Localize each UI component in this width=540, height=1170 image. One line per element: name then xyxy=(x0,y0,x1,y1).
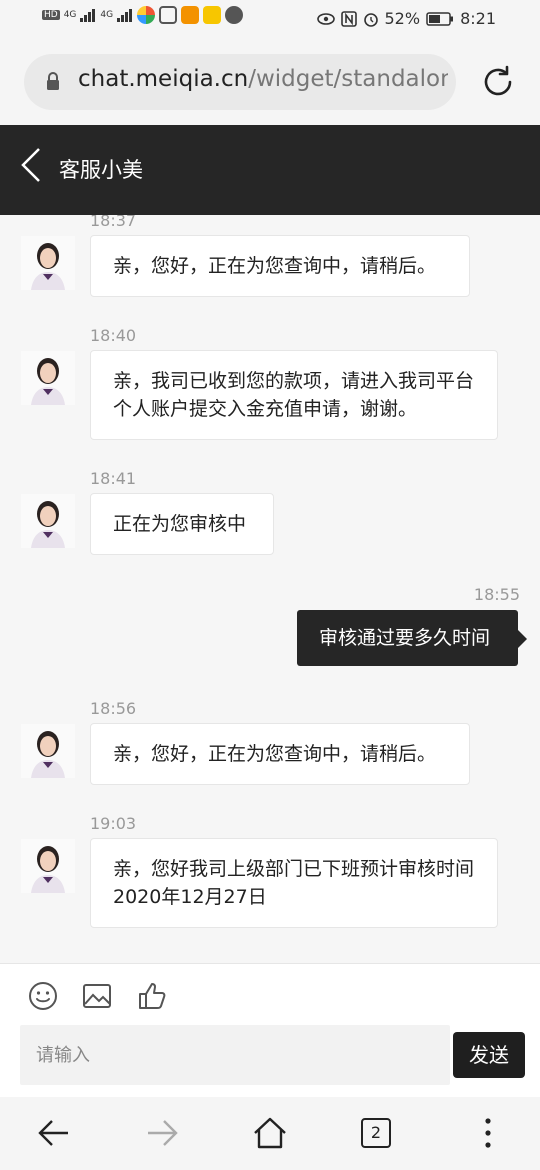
chat-title: 客服小美 xyxy=(59,158,143,182)
battery-percent: 52% xyxy=(384,9,421,28)
agent-avatar xyxy=(21,494,75,548)
message-time: 19:03 xyxy=(90,814,137,833)
signal-4g-label-1: 4G xyxy=(63,10,77,20)
status-bar: HD 4G 4G 52% 8:21 xyxy=(0,0,540,40)
battery-icon xyxy=(426,11,454,26)
lock-icon xyxy=(47,72,59,90)
signal-icon xyxy=(80,9,96,22)
agent-avatar xyxy=(21,351,75,405)
agent-message: 亲，您好，正在为您查询中，请稍后。 xyxy=(90,235,470,297)
more-menu-icon[interactable] xyxy=(470,1115,506,1151)
app-notification-icon-2 xyxy=(159,6,178,24)
status-left: HD 4G 4G xyxy=(42,6,244,24)
chat-header: 客服小美 xyxy=(0,125,540,215)
clock-time: 8:21 xyxy=(460,9,496,28)
browser-nav-bar: 2 xyxy=(0,1097,540,1170)
hd-label: HD xyxy=(42,10,60,20)
eye-icon xyxy=(316,12,335,25)
message-time: 18:37 xyxy=(90,215,137,230)
message-input[interactable] xyxy=(20,1025,450,1085)
message-time: 18:55 xyxy=(473,585,520,604)
signal-4g-label-2: 4G xyxy=(100,10,114,20)
message-time: 18:41 xyxy=(90,469,137,488)
agent-avatar xyxy=(21,724,75,778)
tabs-count-button[interactable]: 2 xyxy=(361,1118,391,1148)
composer: 发送 xyxy=(0,1025,540,1097)
url-host: chat.meiqia.cn xyxy=(78,66,249,92)
app-notification-icon-4 xyxy=(203,6,222,24)
back-arrow-icon[interactable] xyxy=(36,1115,72,1151)
url-text[interactable]: chat.meiqia.cn/widget/standalone xyxy=(78,66,448,92)
chat-messages[interactable]: 18:37 亲，您好，正在为您查询中，请稍后。 18:40 亲，我司已收到您的款… xyxy=(0,215,540,963)
emoji-icon[interactable] xyxy=(27,980,59,1012)
app-notification-icon-3 xyxy=(181,6,200,24)
message-time: 18:40 xyxy=(90,326,137,345)
url-path: /widget/standalone xyxy=(248,66,448,92)
send-button[interactable]: 发送 xyxy=(453,1032,525,1078)
status-right: 52% 8:21 xyxy=(316,9,496,28)
agent-avatar xyxy=(21,236,75,290)
back-icon[interactable] xyxy=(20,147,42,183)
message-time: 18:56 xyxy=(90,699,137,718)
agent-avatar xyxy=(21,839,75,893)
reload-icon[interactable] xyxy=(478,62,518,102)
image-icon[interactable] xyxy=(81,980,113,1012)
signal-icon-2 xyxy=(117,9,133,22)
app-notification-icon-5 xyxy=(225,6,244,24)
agent-message: 亲，您好，正在为您查询中，请稍后。 xyxy=(90,723,470,785)
app-notification-icon-1 xyxy=(137,6,156,24)
thumbs-up-icon[interactable] xyxy=(136,980,168,1012)
agent-message: 亲，您好我司上级部门已下班预计审核时间2020年12月27日 xyxy=(90,838,498,928)
forward-arrow-icon[interactable] xyxy=(144,1115,180,1151)
composer-toolbar xyxy=(0,963,540,1026)
agent-message: 正在为您审核中 xyxy=(90,493,274,555)
home-icon[interactable] xyxy=(252,1115,288,1151)
alarm-icon xyxy=(363,12,378,27)
agent-message: 亲，我司已收到您的款项，请进入我司平台个人账户提交入金充值申请，谢谢。 xyxy=(90,350,498,440)
address-bar[interactable]: chat.meiqia.cn/widget/standalone xyxy=(24,54,456,110)
nfc-icon xyxy=(340,10,357,27)
user-message: 审核通过要多久时间 xyxy=(297,610,527,666)
